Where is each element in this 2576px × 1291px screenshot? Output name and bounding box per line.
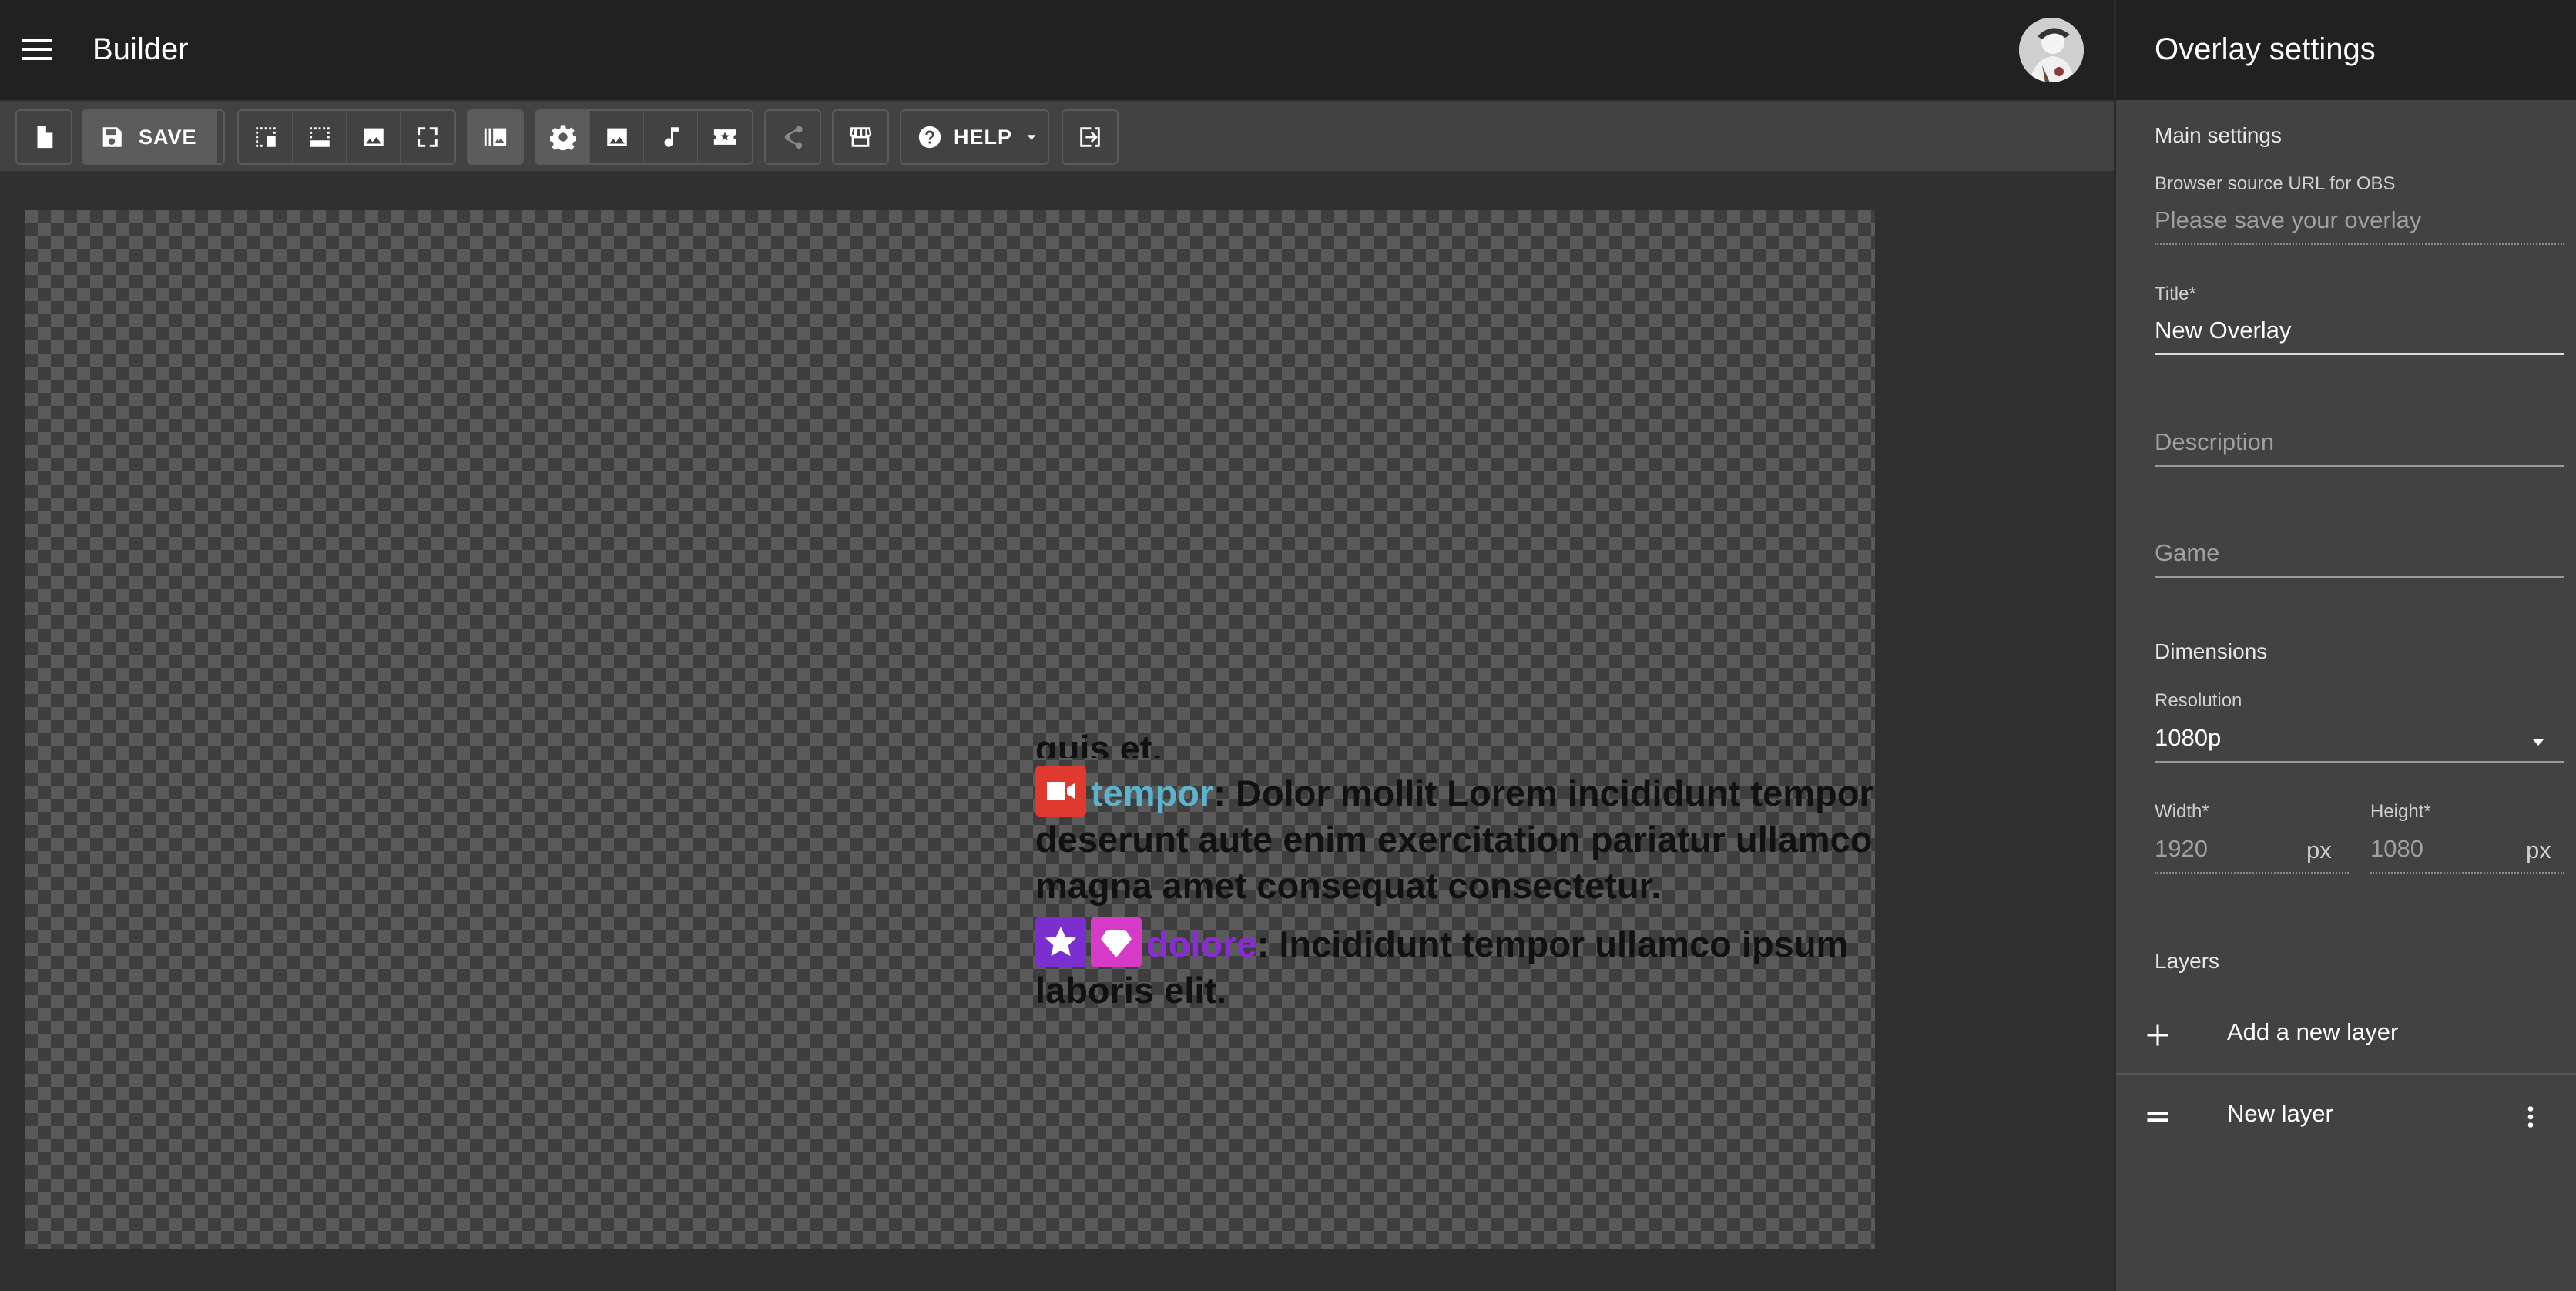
library-group [467,109,524,165]
height-unit: px [2526,837,2551,863]
height-input[interactable]: 1080 [2370,835,2423,863]
drag-handle-icon[interactable] [2144,1103,2172,1131]
new-group [15,109,72,165]
help-group: HELP [900,109,1049,165]
height-label: Height* [2370,801,2431,822]
image-icon [363,128,384,146]
toolbar: SAVE HELP [0,100,2114,171]
app-title: Builder [92,32,189,66]
chat-widget[interactable]: quis et. tempor: Dolor mollit Lorem inci… [1035,728,1875,1021]
share-icon [784,126,803,149]
store-group [832,109,889,165]
browser-source-label: Browser source URL for OBS [2155,173,2396,194]
dropdown-arrow-icon[interactable] [2529,733,2547,752]
select-bottom-icon [309,127,330,147]
exit-button[interactable] [1063,111,1117,163]
bottom-selection-button[interactable] [293,111,347,163]
width-underline [2155,872,2349,874]
chat-partial-line: quis et. [1035,728,1162,758]
help-button[interactable]: HELP [901,111,1048,163]
ticket-star-icon [713,129,736,145]
save-button[interactable]: SAVE [83,111,217,163]
game-underline [2155,576,2564,578]
browser-source-field[interactable]: Please save your overlay [2155,206,2421,234]
resolution-underline [2155,761,2564,763]
storefront-icon [849,127,872,147]
music-note-icon [664,127,679,147]
chat-message: tempor: Dolor mollit Lorem incididunt te… [1035,766,1875,909]
panel-header: Overlay settings [2116,0,2576,100]
layer-item[interactable]: New layer [2116,1077,2576,1157]
save-label: SAVE [139,125,197,149]
store-button[interactable] [834,111,887,163]
browser-source-underline [2155,243,2564,245]
chat-username: tempor [1091,773,1214,813]
caret-down-icon [1027,135,1036,140]
new-file-button[interactable] [17,111,71,163]
add-layer-button[interactable]: Add a new layer [2116,995,2576,1075]
frame-corners-icon [418,127,438,147]
overlay-canvas[interactable]: quis et. tempor: Dolor mollit Lorem inci… [25,210,1875,1249]
chat-message: dolore: Incididunt tempor ullamco ipsum … [1035,917,1875,1014]
selection-icon [255,127,276,147]
main-settings-heading: Main settings [2155,123,2282,147]
layout-group [237,109,456,165]
description-input[interactable]: Description [2155,428,2274,456]
plus-icon [2147,1024,2168,1046]
settings-button[interactable] [536,111,590,163]
star-icon [1035,917,1086,967]
exit-group [1062,109,1119,165]
app-bar: Builder [0,0,2114,100]
resolution-label: Resolution [2155,690,2242,711]
panel-title: Overlay settings [2155,32,2376,66]
image-tool-button[interactable] [347,111,401,163]
menu-icon[interactable] [22,34,52,65]
camera-icon [1035,766,1086,817]
library-button[interactable] [468,111,522,163]
description-underline [2155,465,2564,467]
width-input[interactable]: 1920 [2155,835,2208,863]
settings-panel: Overlay settings Main settings Browser s… [2114,0,2576,1291]
save-group: SAVE [82,109,225,165]
selection-tool-button[interactable] [239,111,293,163]
ticket-widget-button[interactable] [698,111,752,163]
help-label: HELP [954,125,1013,149]
help-circle-icon [918,126,941,149]
floppy-disk-icon [102,127,122,147]
layer-label: New layer [2227,1100,2333,1127]
audio-widget-button[interactable] [644,111,698,163]
chat-username: dolore [1146,924,1257,964]
dimensions-heading: Dimensions [2155,639,2268,663]
image-widget-button[interactable] [590,111,644,163]
game-input[interactable]: Game [2155,539,2219,567]
width-unit: px [2306,837,2332,863]
layers-divider [2116,1073,2576,1075]
avatar[interactable] [2019,18,2084,82]
layers-heading: Layers [2155,949,2220,973]
exit-icon [1080,127,1100,147]
widget-group [535,109,753,165]
resolution-select[interactable]: 1080p [2155,724,2221,752]
gear-icon [549,125,576,150]
share-button[interactable] [766,111,820,163]
title-label: Title* [2155,283,2196,304]
add-layer-label: Add a new layer [2227,1018,2399,1045]
title-input[interactable]: New Overlay [2155,317,2291,344]
fullscreen-tool-button[interactable] [401,111,454,163]
image-icon [606,128,627,146]
library-icon [484,128,507,146]
share-group [764,109,821,165]
gem-icon [1091,917,1142,967]
width-label: Width* [2155,801,2209,822]
more-vert-icon[interactable] [2517,1103,2544,1131]
title-underline [2155,353,2564,355]
file-icon [37,126,53,149]
height-underline [2370,872,2564,874]
